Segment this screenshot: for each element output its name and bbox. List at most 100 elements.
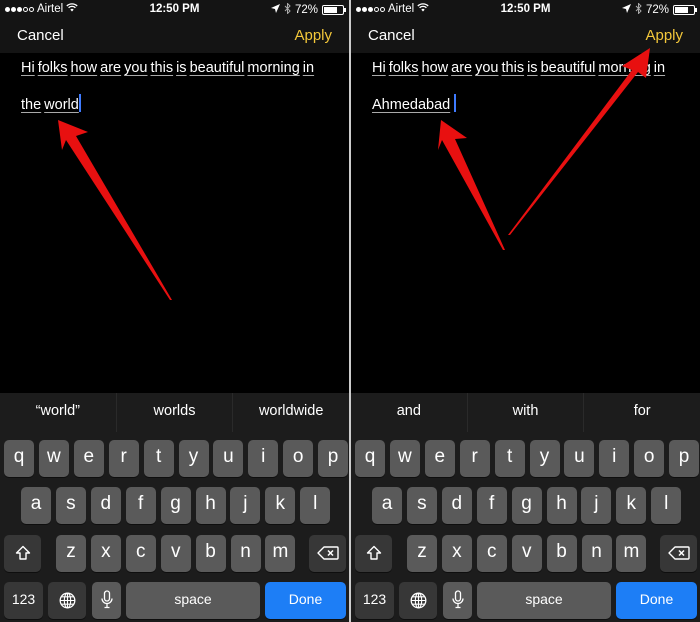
microphone-key[interactable] xyxy=(443,582,472,619)
text-line-2: the world xyxy=(21,94,81,113)
key-j[interactable]: j xyxy=(230,487,261,524)
key-t[interactable]: t xyxy=(143,440,174,477)
key-w[interactable]: w xyxy=(389,440,420,477)
key-w[interactable]: w xyxy=(38,440,69,477)
suggestion-item[interactable]: and xyxy=(351,393,468,432)
key-m[interactable]: m xyxy=(616,535,647,572)
key-i[interactable]: i xyxy=(248,440,279,477)
key-v[interactable]: v xyxy=(511,535,542,572)
numbers-key[interactable]: 123 xyxy=(355,582,394,619)
key-r[interactable]: r xyxy=(108,440,139,477)
key-a[interactable]: a xyxy=(21,487,51,524)
done-key[interactable]: Done xyxy=(265,582,346,619)
microphone-icon xyxy=(100,590,113,609)
key-n[interactable]: n xyxy=(230,535,261,572)
text-word: this xyxy=(150,60,174,76)
key-z[interactable]: z xyxy=(407,535,437,572)
shift-key[interactable] xyxy=(355,535,392,572)
suggestion-item[interactable]: with xyxy=(468,393,585,432)
text-word: in xyxy=(653,60,666,76)
key-j[interactable]: j xyxy=(581,487,612,524)
key-q[interactable]: q xyxy=(355,440,385,477)
battery-percent: 72% xyxy=(294,4,318,16)
key-s[interactable]: s xyxy=(55,487,86,524)
text-word: how xyxy=(421,60,449,76)
key-x[interactable]: x xyxy=(90,535,121,572)
key-v[interactable]: v xyxy=(160,535,191,572)
suggestion-item[interactable]: “world” xyxy=(0,393,117,432)
key-i[interactable]: i xyxy=(599,440,630,477)
key-g[interactable]: g xyxy=(160,487,191,524)
suggestion-item[interactable]: for xyxy=(584,393,700,432)
shift-icon xyxy=(15,545,30,560)
key-g[interactable]: g xyxy=(511,487,542,524)
globe-key[interactable] xyxy=(48,582,86,619)
battery-icon xyxy=(673,5,697,15)
key-n[interactable]: n xyxy=(581,535,612,572)
key-q[interactable]: q xyxy=(4,440,34,477)
key-u[interactable]: u xyxy=(213,440,244,477)
key-b[interactable]: b xyxy=(195,535,226,572)
key-f[interactable]: f xyxy=(125,487,156,524)
apply-button[interactable]: Apply xyxy=(645,27,683,44)
numbers-key[interactable]: 123 xyxy=(4,582,43,619)
key-h[interactable]: h xyxy=(546,487,577,524)
text-word: Ahmedabad xyxy=(372,97,451,113)
space-key[interactable]: space xyxy=(126,582,260,619)
key-s[interactable]: s xyxy=(406,487,437,524)
key-e[interactable]: e xyxy=(73,440,104,477)
key-l[interactable]: l xyxy=(651,487,682,524)
key-k[interactable]: k xyxy=(265,487,296,524)
backspace-key[interactable] xyxy=(309,535,346,572)
text-editor[interactable]: Hi folks how are you this is beautiful morning in… xyxy=(0,53,349,393)
key-c[interactable]: c xyxy=(125,535,156,572)
key-y[interactable]: y xyxy=(178,440,209,477)
key-a[interactable]: a xyxy=(372,487,402,524)
globe-icon xyxy=(410,592,426,609)
backspace-icon xyxy=(667,546,690,560)
cancel-button[interactable]: Cancel xyxy=(17,27,64,44)
text-line-1: Hi folks how are you this is beautiful morning in xyxy=(21,60,317,76)
key-r[interactable]: r xyxy=(459,440,490,477)
keyboard: q w e r t y u i o p a s d f g h j k l z x c v b n m 123 space Done xyxy=(351,432,700,622)
key-p[interactable]: p xyxy=(669,440,700,477)
globe-icon xyxy=(59,592,75,609)
battery-percent: 72% xyxy=(645,4,669,16)
backspace-key[interactable] xyxy=(660,535,697,572)
key-d[interactable]: d xyxy=(90,487,121,524)
text-editor[interactable]: Hi folks how are you this is beautiful morning in… xyxy=(351,53,700,393)
suggestion-item[interactable]: worldwide xyxy=(233,393,349,432)
suggestion-item[interactable]: worlds xyxy=(117,393,234,432)
key-d[interactable]: d xyxy=(441,487,472,524)
key-y[interactable]: y xyxy=(529,440,560,477)
key-f[interactable]: f xyxy=(476,487,507,524)
key-h[interactable]: h xyxy=(195,487,226,524)
key-t[interactable]: t xyxy=(494,440,525,477)
key-u[interactable]: u xyxy=(564,440,595,477)
text-word: beautiful xyxy=(189,60,245,76)
text-word: the xyxy=(21,97,42,113)
status-bar: Airtel 12:50 PM 72% xyxy=(0,0,349,20)
shift-key[interactable] xyxy=(4,535,41,572)
key-z[interactable]: z xyxy=(56,535,86,572)
text-word: is xyxy=(176,60,187,76)
key-c[interactable]: c xyxy=(476,535,507,572)
cancel-button[interactable]: Cancel xyxy=(368,27,415,44)
done-key[interactable]: Done xyxy=(616,582,697,619)
key-e[interactable]: e xyxy=(424,440,455,477)
key-m[interactable]: m xyxy=(265,535,296,572)
microphone-key[interactable] xyxy=(92,582,121,619)
key-o[interactable]: o xyxy=(634,440,665,477)
key-x[interactable]: x xyxy=(441,535,472,572)
predictive-text-bar: “world” worlds worldwide xyxy=(0,393,349,432)
microphone-icon xyxy=(451,590,464,609)
apply-button[interactable]: Apply xyxy=(294,27,332,44)
key-k[interactable]: k xyxy=(616,487,647,524)
key-o[interactable]: o xyxy=(283,440,314,477)
backspace-icon xyxy=(316,546,339,560)
key-b[interactable]: b xyxy=(546,535,577,572)
key-l[interactable]: l xyxy=(300,487,331,524)
globe-key[interactable] xyxy=(399,582,437,619)
key-p[interactable]: p xyxy=(318,440,349,477)
space-key[interactable]: space xyxy=(477,582,611,619)
